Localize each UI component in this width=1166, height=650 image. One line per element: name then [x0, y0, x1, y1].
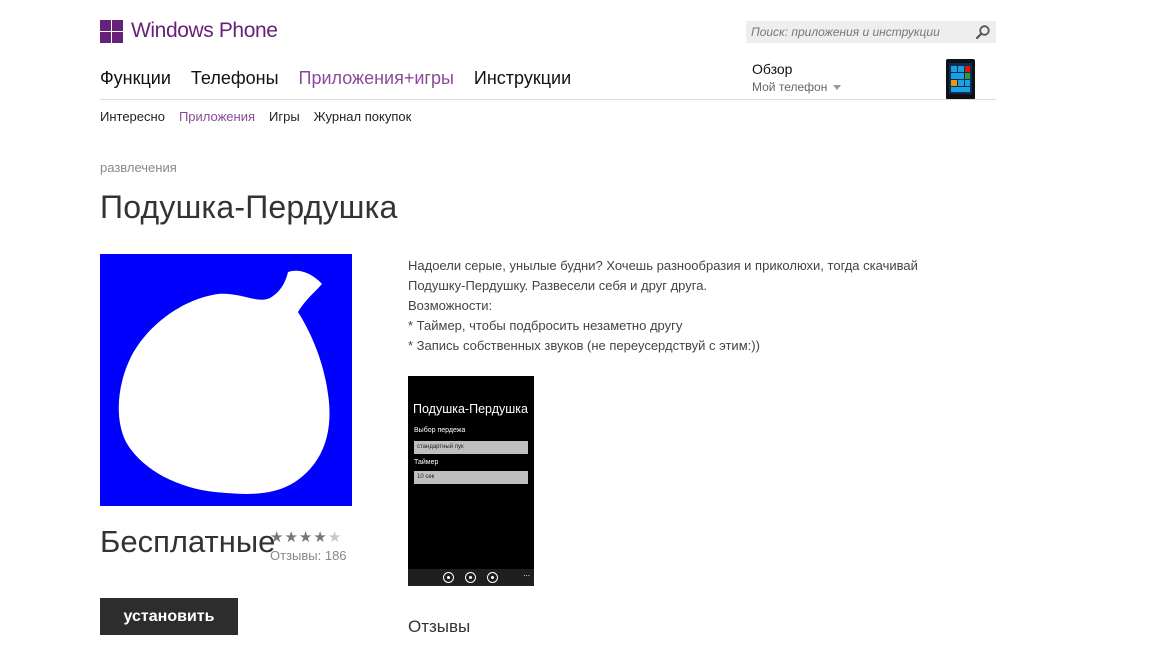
cushion-icon [118, 270, 330, 494]
sub-nav: Интересно Приложения Игры Журнал покупок [100, 109, 411, 124]
subnav-item-games[interactable]: Игры [269, 109, 300, 124]
rating-stars: ★★★★★ [270, 528, 342, 546]
search-input[interactable] [746, 21, 971, 43]
nav-item-features[interactable]: Функции [100, 68, 171, 89]
app-price: Бесплатные [100, 524, 276, 559]
nav-divider [100, 99, 996, 100]
app-description: Надоели серые, унылые будни? Хочешь разн… [408, 256, 968, 356]
search-box [746, 21, 996, 43]
reviews-heading: Отзывы [408, 617, 471, 636]
star-filled-icon: ★ [313, 529, 328, 546]
my-phone-selector[interactable]: Обзор Мой телефон [752, 61, 842, 94]
record-icon [487, 572, 498, 583]
screenshot-label-timer: Таймер [414, 459, 439, 466]
app-title: Подушка-Пердушка [100, 189, 398, 225]
app-category[interactable]: развлечения [100, 160, 177, 175]
more-icon: ... [523, 569, 530, 578]
windows-logo-icon [100, 19, 123, 43]
screenshot-appbar: ... [408, 569, 534, 586]
main-nav: Функции Телефоны Приложения+игры Инструк… [100, 68, 571, 89]
phone-selector-title: Обзор [752, 61, 793, 77]
windows-phone-logo[interactable]: Windows Phone [100, 19, 278, 43]
description-line: * Таймер, чтобы подбросить незаметно дру… [408, 318, 683, 333]
star-empty-icon: ★ [327, 529, 343, 546]
phone-selector-label: Мой телефон [752, 80, 828, 94]
screenshot-field-sound: стандартный пук [414, 441, 528, 454]
screenshot-field-timer: 10 сек [414, 471, 528, 484]
brand-name: Windows Phone [131, 19, 278, 42]
search-icon[interactable] [975, 24, 991, 40]
star-filled-icon: ★ [270, 529, 285, 546]
description-line: * Запись собственных звуков (не переусер… [408, 338, 760, 353]
timer-icon [465, 572, 476, 583]
subnav-item-featured[interactable]: Интересно [100, 109, 165, 124]
description-line: Подушку-Пердушку. Развесели себя и друг … [408, 278, 708, 293]
chevron-down-icon [833, 84, 842, 90]
nav-item-apps-games[interactable]: Приложения+игры [299, 68, 454, 89]
screenshot-label-sound: Выбор пердежа [414, 427, 466, 434]
star-filled-icon: ★ [284, 529, 299, 546]
subnav-item-apps[interactable]: Приложения [179, 109, 255, 124]
screenshot-app-title: Подушка-Пердушка [413, 402, 528, 416]
nav-item-howto[interactable]: Инструкции [474, 68, 571, 89]
description-line: Возможности: [408, 298, 493, 313]
app-screenshot[interactable]: Подушка-Пердушка Выбор пердежа стандартн… [408, 376, 534, 586]
install-button[interactable]: установить [100, 598, 238, 635]
star-filled-icon: ★ [298, 529, 314, 546]
app-icon [100, 254, 352, 506]
subnav-item-purchase-history[interactable]: Журнал покупок [314, 109, 412, 124]
description-line: Надоели серые, унылые будни? Хочешь разн… [408, 258, 918, 273]
phone-selector-subtitle[interactable]: Мой телефон [752, 80, 842, 94]
play-icon [443, 572, 454, 583]
nav-item-phones[interactable]: Телефоны [191, 68, 279, 89]
phone-thumbnail-icon[interactable] [946, 59, 975, 100]
reviews-count: Отзывы: 186 [270, 548, 347, 563]
